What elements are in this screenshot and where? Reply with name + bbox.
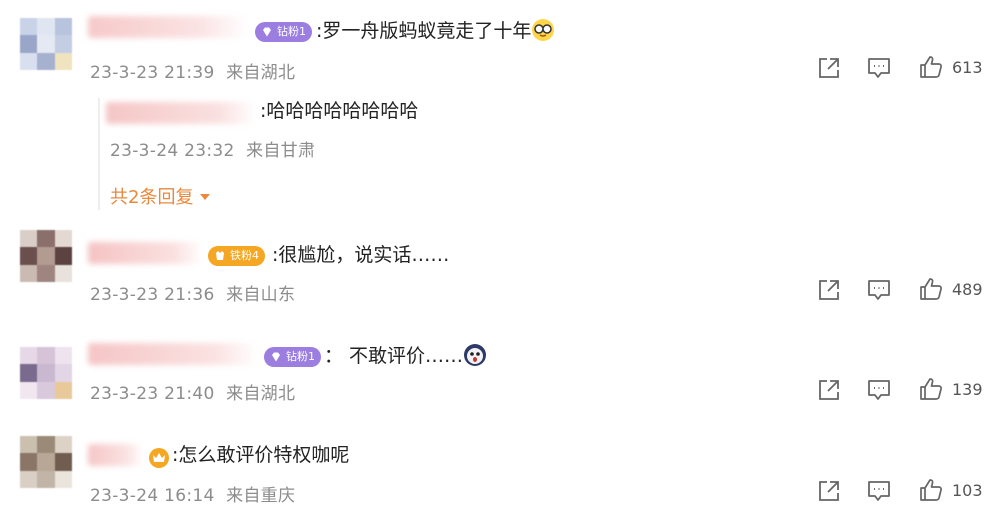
reply-username-blurred[interactable] xyxy=(106,102,256,124)
reply-location: 来自甘肃 xyxy=(246,141,316,161)
like-count: 489 xyxy=(952,280,983,299)
comment-item: :怎么敢评价特权咖呢 23-3-24 16:14 来自重庆 103 xyxy=(0,428,1000,526)
username-blurred[interactable] xyxy=(88,444,143,466)
comment-text: :罗一舟版蚂蚁竟走了十年 xyxy=(316,18,555,44)
comment-meta: 23-3-23 21:40 来自湖北 xyxy=(90,379,295,404)
shocked-emoji xyxy=(463,343,487,367)
comment-location: 来自重庆 xyxy=(226,486,296,506)
comment-meta: 23-3-23 21:39 来自湖北 xyxy=(90,58,295,83)
comment-time: 23-3-24 16:14 xyxy=(90,486,215,506)
share-icon[interactable] xyxy=(816,55,842,81)
comment-location: 来自湖北 xyxy=(226,384,296,404)
diamond-icon xyxy=(272,352,280,362)
comment-location: 来自湖北 xyxy=(226,63,296,83)
diamond-icon xyxy=(263,27,271,37)
comment-icon[interactable] xyxy=(866,277,892,303)
comment-item: 钻粉1 :罗一舟版蚂蚁竟走了十年 23-3-23 21:39 来自湖北 613 … xyxy=(0,0,1000,220)
reply-text: :哈哈哈哈哈哈哈哈 xyxy=(260,100,419,122)
comment-icon[interactable] xyxy=(866,478,892,504)
like-icon[interactable] xyxy=(918,376,944,402)
share-icon[interactable] xyxy=(816,377,842,403)
fan-badge: 钻粉1 xyxy=(255,22,312,42)
fan-badge: 钻粉1 xyxy=(264,347,321,367)
avatar[interactable] xyxy=(20,230,72,282)
like-count: 139 xyxy=(952,380,983,399)
comment-meta: 23-3-23 21:36 来自山东 xyxy=(90,280,295,305)
share-icon[interactable] xyxy=(816,478,842,504)
like-icon[interactable] xyxy=(918,276,944,302)
username-blurred[interactable] xyxy=(88,343,258,365)
chevron-down-icon xyxy=(200,194,211,200)
comment-time: 23-3-23 21:40 xyxy=(90,384,215,404)
avatar[interactable] xyxy=(20,436,72,488)
fan-crown-icon xyxy=(149,448,169,468)
comment-location: 来自山东 xyxy=(226,285,296,305)
like-icon[interactable] xyxy=(918,54,944,80)
fan-badge: 铁粉4 xyxy=(208,246,265,266)
comment-time: 23-3-23 21:36 xyxy=(90,285,215,305)
like-icon[interactable] xyxy=(918,477,944,503)
comment-item: 铁粉4 :很尴尬，说实话…… 23-3-23 21:36 来自山东 489 xyxy=(0,222,1000,322)
comment-time: 23-3-23 21:39 xyxy=(90,63,215,83)
reply-meta: 23-3-24 23:32 来自甘肃 xyxy=(110,136,315,161)
comment-text: :很尴尬，说实话…… xyxy=(272,244,450,266)
comment-item: 钻粉1 ： 不敢评价…… 23-3-23 21:40 来自湖北 139 xyxy=(0,325,1000,425)
avatar[interactable] xyxy=(20,18,72,70)
more-replies-link[interactable]: 共2条回复 xyxy=(110,183,211,209)
iron-fan-icon xyxy=(216,251,224,260)
comment-text: :怎么敢评价特权咖呢 xyxy=(172,444,350,466)
avatar[interactable] xyxy=(20,347,72,399)
share-icon[interactable] xyxy=(816,277,842,303)
reply-time: 23-3-24 23:32 xyxy=(110,141,235,161)
comment-icon[interactable] xyxy=(866,55,892,81)
comment-icon[interactable] xyxy=(866,377,892,403)
username-blurred[interactable] xyxy=(88,16,248,38)
reply-thread: :哈哈哈哈哈哈哈哈 23-3-24 23:32 来自甘肃 共2条回复 xyxy=(98,98,960,210)
glasses-emoji xyxy=(531,18,555,42)
username-blurred[interactable] xyxy=(88,242,203,264)
comment-text: ： 不敢评价…… xyxy=(324,343,487,369)
like-count: 613 xyxy=(952,58,983,77)
like-count: 103 xyxy=(952,481,983,500)
comment-meta: 23-3-24 16:14 来自重庆 xyxy=(90,481,295,506)
